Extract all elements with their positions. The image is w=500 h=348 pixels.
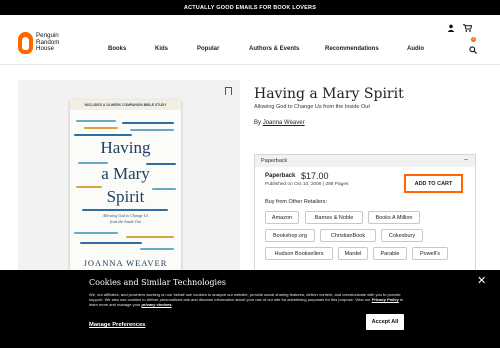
cover-brushstroke: [82, 209, 168, 211]
retailer-amazon[interactable]: Amazon: [265, 211, 299, 224]
book-subtitle: Allowing God to Change Us from the Insid…: [254, 104, 370, 110]
cart-icon[interactable]: [463, 24, 473, 34]
retailer-powells[interactable]: Powell's: [412, 247, 448, 260]
cover-author: JOANNA WEAVER: [83, 258, 168, 268]
publication-meta: Published on Oct 10, 2006 | 288 Pages: [265, 182, 349, 187]
format-selector-label: Paperback: [261, 158, 288, 164]
retailer-cokesbury[interactable]: Cokesbury: [381, 229, 423, 242]
format-label: Paperback: [265, 173, 296, 179]
privacy-policy-link[interactable]: Privacy Policy: [372, 297, 399, 302]
byline-prefix: By: [254, 120, 262, 126]
cover-title-line1: Having: [100, 138, 151, 157]
cookie-body: We, our affiliates, and providers workin…: [89, 292, 404, 307]
buy-from-heading: Buy from Other Retailers:: [265, 199, 328, 205]
nav-popular[interactable]: Popular: [197, 46, 219, 52]
nav-authors-events[interactable]: Authors & Events: [249, 46, 299, 52]
cart-count-badge: 0: [471, 37, 476, 42]
cover-brushstroke: [80, 242, 142, 244]
cover-brushstroke: [74, 134, 132, 136]
book-cover[interactable]: INCLUDES A 10-WEEK COMPANION BIBLE STUDY…: [70, 100, 181, 280]
cover-title-line2: a Mary: [101, 164, 150, 183]
search-icon[interactable]: [469, 46, 477, 56]
accept-all-button[interactable]: Accept All: [366, 314, 404, 330]
cover-brushstroke: [76, 120, 116, 122]
retailer-hudson-booksellers[interactable]: Hudson Booksellers: [265, 247, 333, 260]
nav-audio[interactable]: Audio: [407, 46, 424, 52]
bookmark-icon[interactable]: [225, 87, 232, 95]
collapse-icon[interactable]: −: [464, 155, 468, 167]
retailer-mardel[interactable]: Mardel: [338, 247, 368, 260]
book-title: Having a Mary Spirit: [254, 86, 404, 102]
nav-recommendations[interactable]: Recommendations: [325, 46, 379, 52]
penguin-logo-icon: [18, 32, 33, 54]
cover-banner: INCLUDES A 10-WEEK COMPANION BIBLE STUDY: [70, 100, 181, 110]
promo-text: ACTUALLY GOOD EMAILS FOR BOOK LOVERS: [183, 4, 317, 11]
manage-preferences-link[interactable]: Manage Preferences: [89, 322, 145, 328]
nav-books[interactable]: Books: [108, 46, 126, 52]
cover-brushstroke: [130, 129, 174, 131]
cover-brushstroke: [84, 127, 118, 129]
price: $17.00: [301, 171, 329, 181]
promo-banner[interactable]: ACTUALLY GOOD EMAILS FOR BOOK LOVERS: [0, 0, 500, 15]
cookie-title: Cookies and Similar Technologies: [89, 278, 226, 287]
cover-brushstroke: [126, 236, 174, 238]
retailer-christianbook[interactable]: ChristianBook: [320, 229, 376, 242]
close-icon[interactable]: ✕: [477, 274, 486, 287]
author-link[interactable]: Joanna Weaver: [263, 120, 305, 126]
cover-brushstroke: [140, 248, 174, 250]
byline: By Joanna Weaver: [254, 120, 305, 126]
nav-kids[interactable]: Kids: [155, 46, 168, 52]
cover-subtitle: Allowing God to Change Us from the Insid…: [102, 213, 149, 224]
cover-brushstroke: [122, 122, 174, 124]
cover-brushstroke: [74, 232, 118, 234]
retailer-barnes-noble[interactable]: Barnes & Noble: [305, 211, 363, 224]
retailer-parable[interactable]: Parable: [373, 247, 407, 260]
penguin-random-house-logo[interactable]: Penguin Random House: [18, 32, 59, 54]
cover-title-line3: Spirit: [106, 187, 145, 206]
account-icon[interactable]: [447, 24, 455, 34]
retailer-books-a-million[interactable]: Books A Million: [368, 211, 420, 224]
site-header: Penguin Random House 0: [0, 15, 500, 65]
format-selector[interactable]: Paperback −: [255, 155, 475, 167]
privacy-choices-link[interactable]: privacy choices: [141, 302, 171, 307]
retailer-bookshop[interactable]: Bookshop.org: [265, 229, 315, 242]
cookie-consent-banner: Cookies and Similar Technologies We, our…: [0, 270, 500, 348]
brand-wordmark: Penguin Random House: [36, 32, 60, 53]
add-to-cart-button[interactable]: ADD TO CART: [404, 174, 463, 193]
